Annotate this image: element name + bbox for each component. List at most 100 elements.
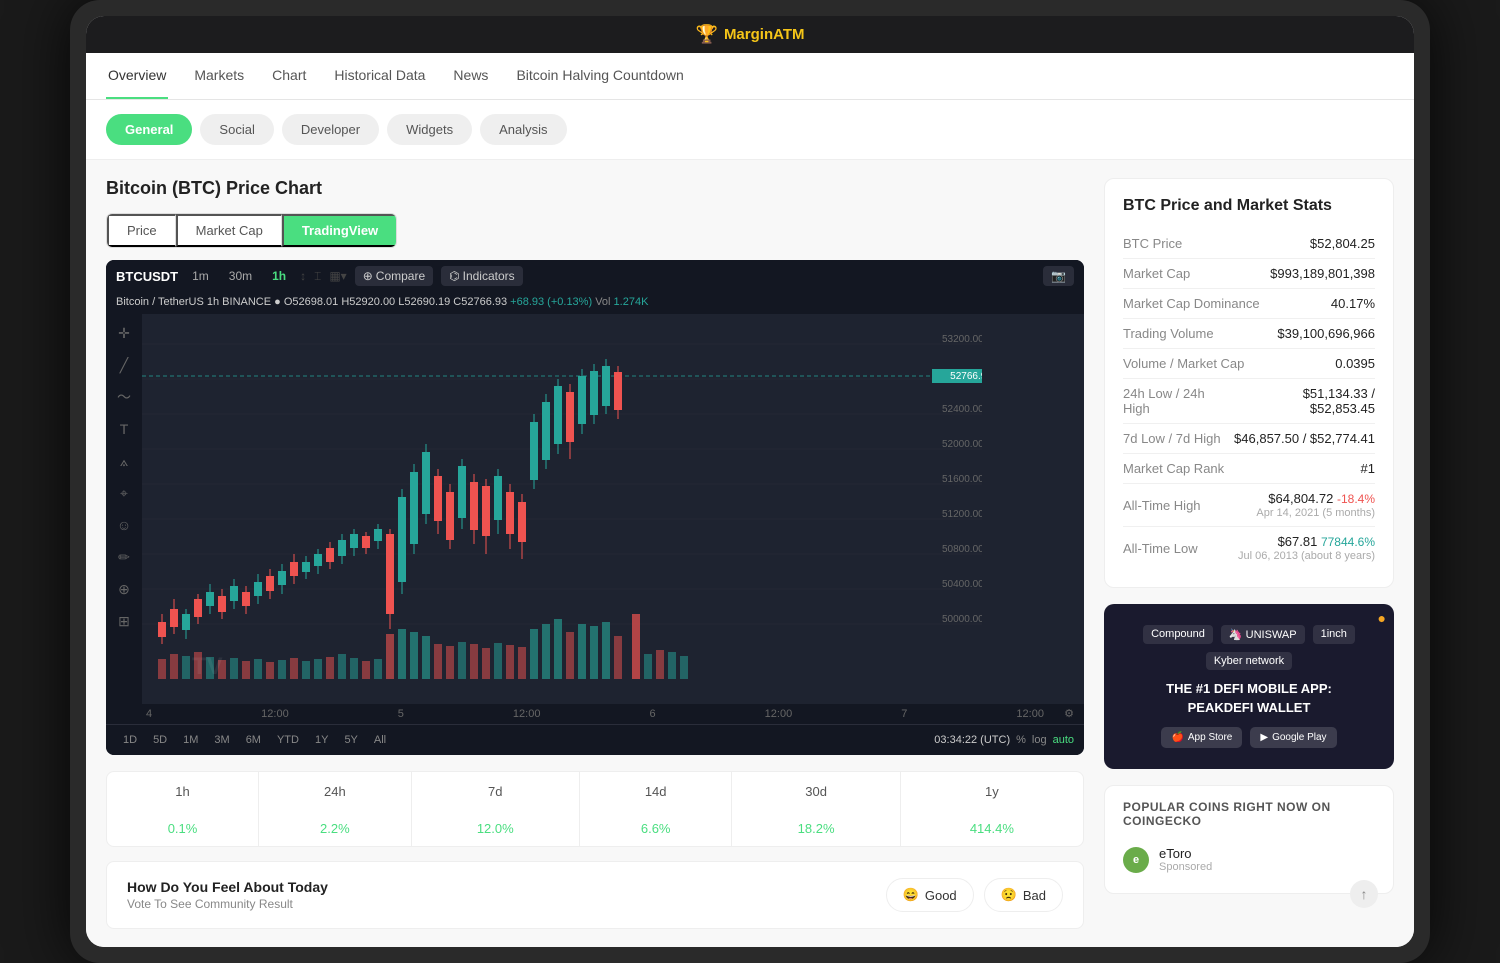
stat-dominance: Market Cap Dominance 40.17% xyxy=(1123,289,1375,319)
tab-historical[interactable]: Historical Data xyxy=(332,53,427,99)
stat-atl: All-Time Low $67.81 77844.6% Jul 06, 201… xyxy=(1123,527,1375,569)
indicators-button[interactable]: ⌬ Indicators xyxy=(441,266,523,286)
ad-banner: Compound 🦄 UNISWAP 1inch Kyber network T… xyxy=(1104,604,1394,769)
app-store-button[interactable]: 🍎 App Store xyxy=(1161,727,1242,748)
perf-val-14d: 6.6% xyxy=(579,811,732,846)
chart-title: Bitcoin (BTC) Price Chart xyxy=(106,178,1084,199)
stat-vol-mktcap: Volume / Market Cap 0.0395 xyxy=(1123,349,1375,379)
svg-text:51600.00: 51600.00 xyxy=(942,474,982,485)
google-play-label: Google Play xyxy=(1272,732,1326,743)
perf-header-1y: 1y xyxy=(900,772,1083,811)
stat-rank: Market Cap Rank #1 xyxy=(1123,454,1375,484)
period-5d[interactable]: 5D xyxy=(146,731,174,749)
stat-trading-volume: Trading Volume $39,100,696,966 xyxy=(1123,319,1375,349)
ad-badge-kyber: Kyber network xyxy=(1206,652,1292,670)
subtab-social[interactable]: Social xyxy=(200,114,273,145)
text-tool[interactable]: T xyxy=(113,418,135,440)
period-3m[interactable]: 3M xyxy=(207,731,236,749)
period-row: 1D 5D 1M 3M 6M YTD 1Y 5Y All 03:34:22 (U… xyxy=(106,724,1084,755)
bad-button[interactable]: 😟 Bad xyxy=(984,878,1063,912)
perf-val-7d: 12.0% xyxy=(411,811,579,846)
screenshot-button[interactable]: 📷 xyxy=(1043,266,1074,286)
chart-symbol: BTCUSDT xyxy=(116,269,178,284)
chart-type-price[interactable]: Price xyxy=(107,214,176,247)
top-bar: 🏆 MarginATM xyxy=(86,16,1414,53)
zoom-tool[interactable]: ⊕ xyxy=(113,578,135,600)
tab-chart[interactable]: Chart xyxy=(270,53,308,99)
right-panel: BTC Price and Market Stats BTC Price $52… xyxy=(1104,178,1394,929)
sentiment-bar: How Do You Feel About Today Vote To See … xyxy=(106,861,1084,929)
popular-coins-title: POPULAR COINS RIGHT NOW ON COINGECKO xyxy=(1123,800,1375,828)
compare-button[interactable]: ⊕ Compare xyxy=(355,266,433,286)
subtab-widgets[interactable]: Widgets xyxy=(387,114,472,145)
period-6m[interactable]: 6M xyxy=(239,731,268,749)
bad-label: Bad xyxy=(1023,888,1046,903)
fib-tool[interactable]: 〜 xyxy=(113,386,135,408)
main-content: Bitcoin (BTC) Price Chart Price Market C… xyxy=(86,160,1414,947)
chart-container: BTCUSDT 1m 30m 1h ↕ ⌶ ▦▾ ⊕ Compare ⌬ Ind… xyxy=(106,260,1084,755)
pin-tool[interactable]: ⊞ xyxy=(113,610,135,632)
ohlc-data: O52698.01 H52920.00 L52690.19 C52766.93 xyxy=(284,296,510,308)
perf-val-1y: 414.4% xyxy=(900,811,1083,846)
perf-val-24h: 2.2% xyxy=(259,811,412,846)
tab-overview[interactable]: Overview xyxy=(106,53,168,99)
logo-icon: 🏆 xyxy=(696,24,718,45)
svg-text:53200.00: 53200.00 xyxy=(942,334,982,345)
pct-toggle[interactable]: % xyxy=(1016,734,1026,746)
chart-type-marketcap[interactable]: Market Cap xyxy=(176,214,282,247)
svg-text:51200.00: 51200.00 xyxy=(942,509,982,520)
emoji-tool[interactable]: ☺ xyxy=(113,514,135,536)
svg-text:50800.00: 50800.00 xyxy=(942,544,982,555)
period-1y[interactable]: 1Y xyxy=(308,731,335,749)
coin-logo-etoro: e xyxy=(1123,847,1149,873)
ad-badge-uniswap: 🦄 UNISWAP xyxy=(1221,625,1305,644)
subtab-analysis[interactable]: Analysis xyxy=(480,114,566,145)
scroll-top-button[interactable]: ↑ xyxy=(1350,880,1378,908)
perf-val-1h: 0.1% xyxy=(107,811,259,846)
svg-text:TV: TV xyxy=(192,653,223,680)
subtab-developer[interactable]: Developer xyxy=(282,114,379,145)
measure-tool[interactable]: ⌖ xyxy=(113,482,135,504)
tf-1h[interactable]: 1h xyxy=(266,267,292,285)
tab-markets[interactable]: Markets xyxy=(192,53,246,99)
screen: 🏆 MarginATM Overview Markets Chart Histo… xyxy=(86,16,1414,947)
log-toggle[interactable]: log xyxy=(1032,734,1047,746)
tf-1m[interactable]: 1m xyxy=(186,267,215,285)
chart-toolbar: BTCUSDT 1m 30m 1h ↕ ⌶ ▦▾ ⊕ Compare ⌬ Ind… xyxy=(106,260,1084,292)
time-display: 03:34:22 (UTC) xyxy=(934,734,1010,746)
auto-toggle[interactable]: auto xyxy=(1053,734,1074,746)
pattern-tool[interactable]: ⟑ xyxy=(113,450,135,472)
nav-tabs: Overview Markets Chart Historical Data N… xyxy=(86,53,1414,100)
line-tool[interactable]: ╱ xyxy=(113,354,135,376)
subtab-general[interactable]: General xyxy=(106,114,192,145)
good-label: Good xyxy=(925,888,957,903)
period-ytd[interactable]: YTD xyxy=(270,731,306,749)
tf-30m[interactable]: 30m xyxy=(223,267,258,285)
ad-badge-1inch: 1inch xyxy=(1313,625,1355,644)
performance-table: 1h 24h 7d 14d 30d 1y 0.1% 2.2% xyxy=(106,771,1084,847)
app-title: MarginATM xyxy=(724,26,805,43)
crosshair-tool[interactable]: ✛ xyxy=(113,322,135,344)
period-all[interactable]: All xyxy=(367,731,393,749)
sentiment-subtitle: Vote To See Community Result xyxy=(127,897,328,911)
period-1d[interactable]: 1D xyxy=(116,731,144,749)
tab-halving[interactable]: Bitcoin Halving Countdown xyxy=(514,53,685,99)
chart-time-axis: 4 12:00 5 12:00 6 12:00 7 12:00 ⚙ xyxy=(106,704,1084,724)
app-store-label: App Store xyxy=(1188,732,1232,743)
bad-emoji: 😟 xyxy=(1001,887,1017,903)
sentiment-title: How Do You Feel About Today xyxy=(127,879,328,895)
tab-news[interactable]: News xyxy=(451,53,490,99)
chart-type-tabs: Price Market Cap TradingView xyxy=(106,213,397,248)
coin-item-etoro: e eToro Sponsored xyxy=(1123,840,1375,879)
good-button[interactable]: 😄 Good xyxy=(886,878,974,912)
chart-settings-icon[interactable]: ⚙ xyxy=(1064,707,1074,720)
period-1m[interactable]: 1M xyxy=(176,731,205,749)
google-play-button[interactable]: ▶ Google Play xyxy=(1250,727,1336,748)
market-stats-card: BTC Price and Market Stats BTC Price $52… xyxy=(1104,178,1394,588)
chart-type-tradingview[interactable]: TradingView xyxy=(282,214,396,247)
draw-tool[interactable]: ✏ xyxy=(113,546,135,568)
market-stats-title: BTC Price and Market Stats xyxy=(1123,197,1375,215)
ad-title: THE #1 DEFI MOBILE APP:PEAKDEFI WALLET xyxy=(1120,680,1378,716)
period-5y[interactable]: 5Y xyxy=(337,731,364,749)
stat-market-cap: Market Cap $993,189,801,398 xyxy=(1123,259,1375,289)
